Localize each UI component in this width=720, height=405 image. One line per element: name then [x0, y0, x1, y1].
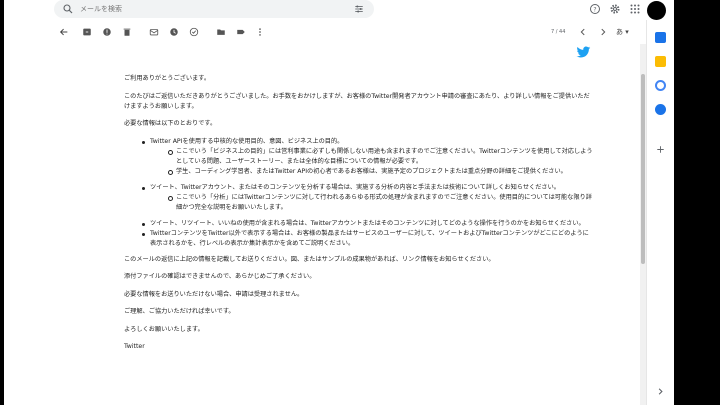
move-to-button[interactable]: [216, 27, 226, 37]
message-counter: 7 / 44: [551, 29, 566, 35]
list-item-text: ツイート、Twitterアカウント、またはそのコンテンツを分析する場合は、実施す…: [150, 183, 560, 191]
search-bar[interactable]: [54, 0, 374, 18]
intro-paragraph: このたびはご返信いただきありがとうございました。お手数をおかけしますが、お客様の…: [124, 92, 590, 110]
input-tools-selector[interactable]: あ ▾: [616, 27, 629, 37]
folder-move-icon: [217, 29, 225, 35]
delete-button[interactable]: [122, 27, 132, 37]
list-item-text: TwitterコンテンツをTwitter以外で表示する場合は、お客様の製品または…: [150, 229, 589, 247]
list-item-text: Twitter APIを使用する中核的な使用目的、意図、ビジネス上の目的。: [150, 137, 344, 145]
email-body: ご利用ありがとうございます。 このたびはご返信いただきありがとうございました。お…: [124, 74, 594, 360]
greeting: ご利用ありがとうございます。: [124, 75, 211, 82]
label-button[interactable]: [236, 27, 246, 37]
tasks-icon[interactable]: [655, 80, 666, 91]
side-panel-rail: [646, 20, 674, 405]
plus-icon[interactable]: [655, 144, 666, 155]
required-info-heading: 必要な情報は以下のとおりです。: [124, 120, 217, 127]
sub-list: ここでいう「分析」にはTwitterコンテンツに対して行われるあらゆる形式の処理…: [150, 193, 594, 213]
signature: Twitter: [124, 343, 145, 350]
report-spam-button[interactable]: [102, 27, 112, 37]
clock-icon: [170, 28, 178, 36]
search-icon[interactable]: [62, 3, 74, 15]
mark-unread-button[interactable]: [149, 27, 159, 37]
svg-text:?: ?: [593, 6, 596, 13]
sub-list-item: ここでいう「ビジネス上の目的」には営利事業に必ずしも関係しない用途も含まれますの…: [150, 147, 594, 167]
more-vertical-icon: [259, 28, 261, 36]
gmail-window: ? 7 / 44 あ ▾ ご利用ありがとうございます。 このたびはご返信いただき…: [0, 0, 720, 405]
screen-border-left: [0, 0, 4, 405]
snooze-button[interactable]: [169, 27, 179, 37]
closing-line: よろしくお願いいたします。: [124, 325, 204, 333]
list-item: ツイート、リツイート、いいねの使用が含まれる場合は、Twitterアカウントまた…: [124, 219, 594, 229]
apps-grid-icon[interactable]: [629, 3, 641, 15]
scrollbar-thumb[interactable]: [641, 74, 645, 264]
search-options-icon[interactable]: [354, 4, 364, 14]
add-task-button[interactable]: [189, 27, 199, 37]
arrow-left-icon: [59, 28, 68, 36]
list-item-text: ツイート、リツイート、いいねの使用が含まれる場合は、Twitterアカウントまた…: [150, 219, 585, 227]
archive-button[interactable]: [82, 27, 92, 37]
list-item: TwitterコンテンツをTwitter以外で表示する場合は、お客様の製品または…: [124, 229, 594, 249]
sub-list: ここでいう「ビジネス上の目的」には営利事業に必ずしも関係しない用途も含まれますの…: [150, 147, 594, 177]
contacts-icon[interactable]: [655, 104, 666, 115]
list-item: Twitter APIを使用する中核的な使用目的、意図、ビジネス上の目的。 ここ…: [124, 137, 594, 177]
rejection-note: 必要な情報をお送りいただけない場合、申請は受理されません。: [124, 290, 304, 298]
label-icon: [237, 29, 245, 35]
twitter-bird-icon: [576, 46, 591, 58]
screen-border-right: [674, 0, 720, 405]
task-check-icon: [189, 27, 199, 37]
more-options-button[interactable]: [255, 27, 265, 37]
sub-list-item: 学生、コーディング学習者、またはTwitter APIの初心者であるお客様は、実…: [150, 167, 594, 177]
attachment-note: 添付ファイルの確認はできませんので、あらかじめご了承ください。: [124, 273, 316, 280]
list-item: ツイート、Twitterアカウント、またはそのコンテンツを分析する場合は、実施す…: [124, 183, 594, 213]
newer-button[interactable]: [578, 27, 588, 37]
top-bar: ?: [0, 0, 720, 20]
sub-list-item: ここでいう「分析」にはTwitterコンテンツに対して行われるあらゆる形式の処理…: [150, 193, 594, 213]
chevron-left-icon: [580, 28, 585, 36]
gear-icon[interactable]: [609, 3, 621, 15]
trash-icon: [123, 28, 131, 36]
email-pane: ご利用ありがとうございます。 このたびはご返信いただきありがとうございました。お…: [0, 44, 640, 405]
envelope-icon: [149, 29, 159, 36]
help-icon[interactable]: ?: [589, 3, 601, 15]
avatar[interactable]: [647, 1, 666, 20]
chevron-right-icon[interactable]: [655, 386, 666, 397]
search-input[interactable]: [80, 5, 320, 13]
required-info-list: Twitter APIを使用する中核的な使用目的、意図、ビジネス上の目的。 ここ…: [124, 137, 594, 249]
calendar-icon[interactable]: [655, 32, 666, 43]
reply-instruction: このメールの返信に上記の情報を記載してお送りください。図、またはサンプルの成果物…: [124, 255, 495, 263]
thanks-line: ご理解、ご協力いただければ幸いです。: [124, 308, 235, 315]
older-button[interactable]: [598, 27, 608, 37]
chevron-right-icon: [601, 28, 606, 36]
archive-icon: [83, 28, 91, 36]
keep-icon[interactable]: [655, 56, 666, 67]
back-button[interactable]: [59, 27, 69, 37]
mail-toolbar: 7 / 44 あ ▾: [0, 24, 640, 42]
report-icon: [103, 28, 111, 36]
